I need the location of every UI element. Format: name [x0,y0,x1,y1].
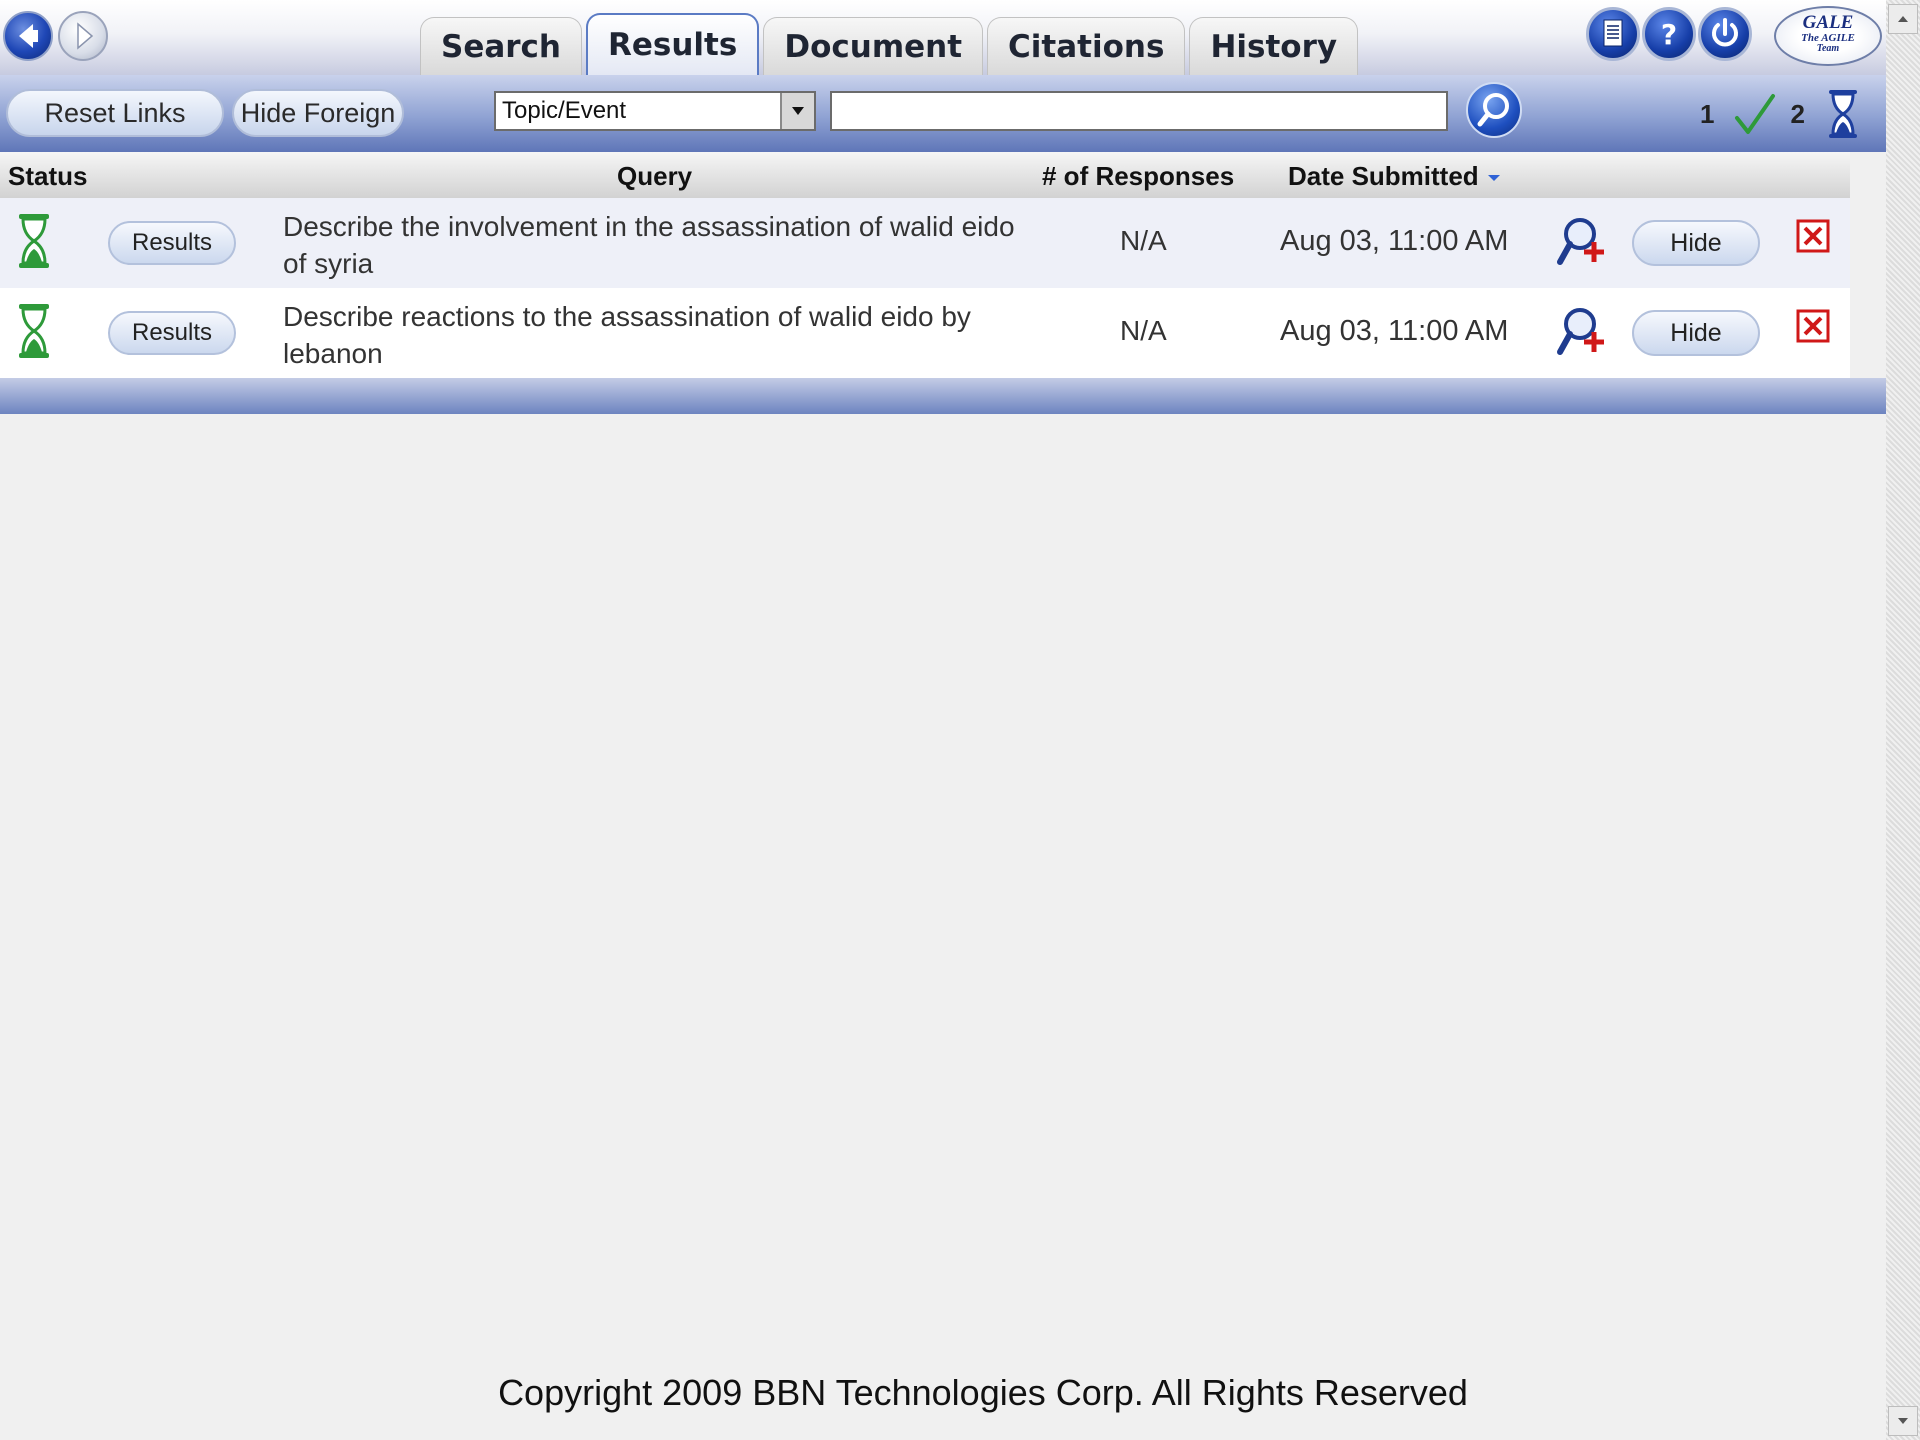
zoom-in-icon[interactable] [1554,304,1610,360]
hourglass-icon [19,304,49,358]
tab-search[interactable]: Search [420,17,583,75]
svg-text:?: ? [1661,18,1677,51]
chevron-up-icon [1898,16,1908,22]
response-count: N/A [1120,315,1167,346]
pending-count: 2 [1790,98,1805,129]
tab-results[interactable]: Results [586,13,760,75]
zoom-in-icon[interactable] [1554,214,1610,270]
help-button[interactable]: ? [1642,7,1696,61]
forward-button[interactable] [58,11,108,61]
table-header: Status Query # of Responses Date Submitt… [0,152,1850,198]
completed-count: 1 [1700,98,1715,129]
query-type-select[interactable]: Topic/Event [494,91,816,131]
copyright-footer: Copyright 2009 BBN Technologies Corp. Al… [0,1372,1920,1414]
table-row: Results Describe the involvement in the … [0,198,1850,288]
table-row: Results Describe reactions to the assass… [0,288,1850,378]
hourglass-icon [1828,90,1857,138]
hourglass-icon [19,214,49,268]
chevron-down-icon [1898,1418,1908,1424]
view-results-button[interactable]: Results [108,311,236,355]
main-tabs: Search Results Document Citations Histor… [420,13,1362,75]
tab-citations[interactable]: Citations [987,17,1186,75]
responses-column-header[interactable]: # of Responses [1042,161,1234,192]
view-results-button[interactable]: Results [108,221,236,265]
search-input[interactable] [830,91,1448,131]
forward-arrow-icon [77,22,94,50]
sort-descending-icon [1487,175,1500,182]
copyright-text: Copyright 2009 BBN Technologies Corp. Al… [498,1372,1468,1413]
vertical-scrollbar[interactable] [1886,0,1920,1440]
hide-row-button[interactable]: Hide [1632,220,1760,266]
query-text: Describe the involvement in the assassin… [283,211,1015,279]
dropdown-arrow-icon[interactable] [780,93,814,129]
hide-row-button[interactable]: Hide [1632,310,1760,356]
power-button[interactable] [1698,7,1752,61]
delete-icon[interactable] [1796,219,1830,253]
status-column-header[interactable]: Status [8,161,87,192]
tab-history[interactable]: History [1189,17,1359,75]
results-table: Status Query # of Responses Date Submitt… [0,152,1850,378]
scroll-down-button[interactable] [1888,1406,1918,1436]
back-button[interactable] [3,11,53,61]
results-footer-band [0,378,1886,414]
response-count: N/A [1120,225,1167,256]
back-arrow-icon [19,24,38,48]
query-column-header[interactable]: Query [617,161,692,192]
query-text: Describe reactions to the assassination … [283,301,971,369]
scroll-up-button[interactable] [1888,4,1918,34]
date-submitted: Aug 03, 11:00 AM [1280,225,1509,257]
search-icon [1477,93,1509,127]
document-button[interactable] [1586,7,1640,61]
checkmark-icon [1735,94,1776,134]
document-icon [1603,19,1623,47]
date-column-header[interactable]: Date Submitted [1288,161,1501,192]
help-icon: ? [1661,18,1677,51]
date-submitted: Aug 03, 11:00 AM [1280,315,1509,347]
query-status-counts: 1 2 [1700,90,1859,138]
tab-document[interactable]: Document [763,17,984,75]
search-button[interactable] [1466,82,1522,138]
hide-foreign-button[interactable]: Hide Foreign [232,89,404,137]
query-toolbar: Reset Links Hide Foreign Topic/Event 1 2 [0,75,1886,152]
delete-icon[interactable] [1796,309,1830,343]
query-type-value: Topic/Event [502,97,627,124]
reset-links-button[interactable]: Reset Links [6,89,224,137]
date-column-label: Date Submitted [1288,161,1479,191]
power-icon [1712,18,1738,47]
top-tab-bar: Search Results Document Citations Histor… [0,0,1886,75]
gale-logo: GALE The AGILE Team [1774,6,1882,66]
header-tools: ? [1586,7,1752,61]
